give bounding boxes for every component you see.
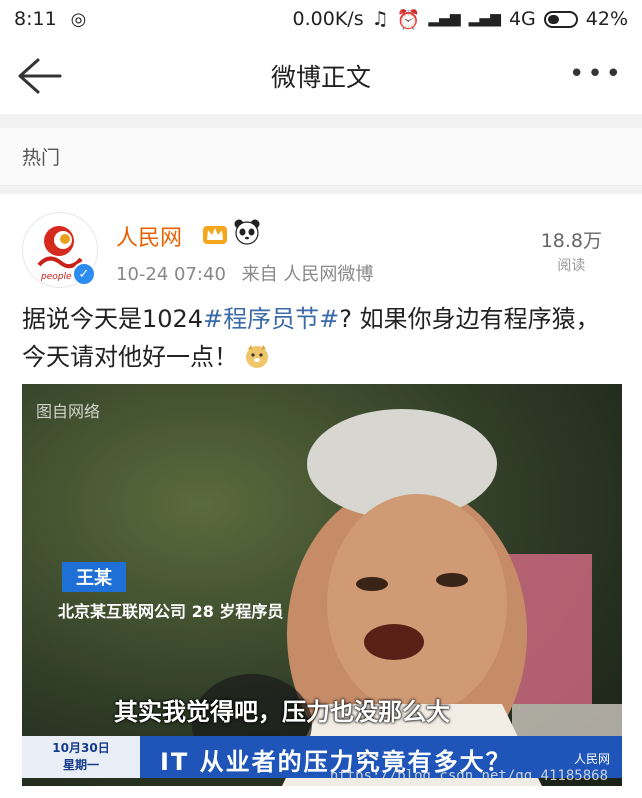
- video-subtitle: 其实我觉得吧，压力也没那么大: [114, 698, 450, 726]
- network-speed: 0.00K/s: [292, 8, 364, 30]
- read-count-label: 阅读: [557, 258, 586, 274]
- image-watermark: 图自网络: [36, 402, 101, 421]
- weibo-notification-icon: ◎: [70, 8, 87, 30]
- name-description: 北京某互联网公司 28 岁程序员: [58, 602, 284, 621]
- post-source[interactable]: 来自 人民网微博: [242, 264, 374, 285]
- post-meta: 10-24 07:40 来自 人民网微博: [116, 260, 383, 286]
- more-options-icon[interactable]: •••: [569, 61, 624, 87]
- panda-badge-icon[interactable]: [233, 218, 261, 246]
- news-date: 10月30日 星期一: [22, 736, 140, 778]
- battery-percent: 42%: [585, 8, 628, 30]
- crown-badge-icon[interactable]: [202, 220, 228, 246]
- news-date-weekday: 星期一: [62, 758, 99, 772]
- url-watermark: https://blog.csdn.net/qq_41185868: [329, 768, 608, 784]
- read-count: 18.8万 阅读: [541, 226, 602, 275]
- page-title: 微博正文: [270, 63, 371, 92]
- post-image[interactable]: 图自网络 王某 北京某互联网公司 28 岁程序员 其实我觉得吧，压力也没那么大 …: [22, 384, 622, 786]
- headphone-icon: ♫: [371, 8, 389, 30]
- top-nav: 微博正文 •••: [0, 38, 642, 114]
- channel-logo: 人民网: [573, 752, 610, 766]
- author-name[interactable]: 人民网: [116, 220, 182, 252]
- status-right: 0.00K/s ♫ ⏰ ▂▄▆ ▂▄▆ 4G 42%: [293, 8, 628, 31]
- divider: [0, 186, 642, 194]
- verified-icon: ✓: [72, 262, 96, 286]
- topic-link[interactable]: #程序员节#: [203, 305, 339, 333]
- read-count-value: 18.8万: [540, 230, 602, 252]
- section-label-hot: 热门: [0, 128, 642, 186]
- back-arrow-icon[interactable]: [16, 56, 62, 96]
- network-type: 4G: [508, 8, 536, 30]
- battery-fill: [547, 14, 559, 24]
- signal-icon: ▂▄▆: [428, 11, 461, 27]
- signal-icon-2: ▂▄▆: [468, 11, 501, 27]
- svg-text:people: people: [40, 272, 72, 282]
- name-caption: 王某: [62, 562, 126, 592]
- status-bar: 8:11 ◎ 0.00K/s ♫ ⏰ ▂▄▆ ▂▄▆ 4G 42%: [0, 0, 642, 38]
- post-timestamp: 10-24 07:40: [116, 264, 226, 285]
- battery-icon: [543, 10, 578, 28]
- divider: [0, 114, 642, 128]
- alarm-icon: ⏰: [396, 8, 421, 31]
- post-text: 据说今天是1024#程序员节#? 如果你身边有程序猿，今天请对他好一点！: [22, 300, 622, 376]
- doge-emoji-icon: [246, 345, 268, 368]
- post-text-before: 据说今天是1024: [22, 305, 204, 333]
- status-time: 8:11: [14, 8, 57, 30]
- news-date-day: 10月30日: [52, 741, 110, 755]
